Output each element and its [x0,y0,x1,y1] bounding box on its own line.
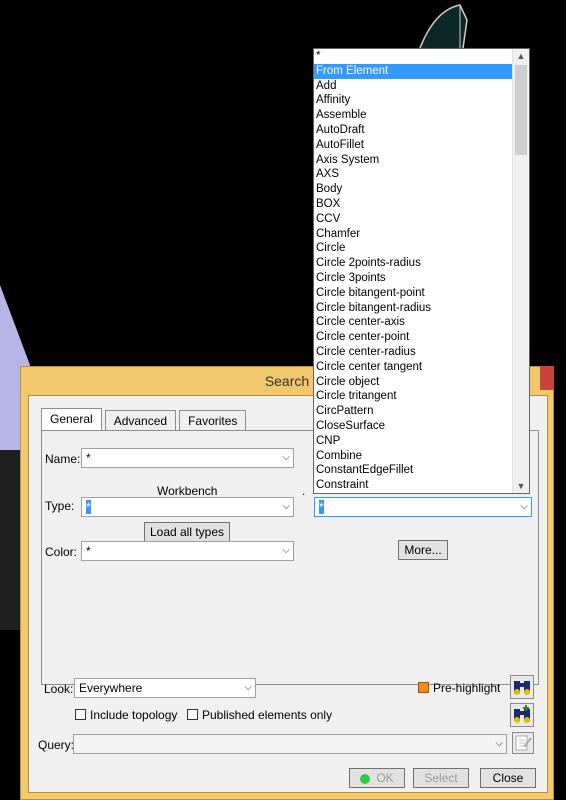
chevron-down-icon: ⌵ [282,452,290,463]
workbench-value: * [319,500,324,514]
include-topology-label: Include topology [90,708,178,722]
dropdown-item[interactable]: Axis System [314,153,513,168]
dropdown-item[interactable]: * [314,49,513,64]
look-value: Everywhere [79,681,143,695]
dropdown-item[interactable]: AutoFillet [314,138,513,153]
published-only-checkbox[interactable] [187,709,198,720]
query-combo[interactable]: ⌵ [73,734,507,754]
dropdown-item[interactable]: Chamfer [314,227,513,242]
dropdown-item[interactable]: CCV [314,212,513,227]
dropdown-items: * From Element Add Affinity Assemble AutoDraf… [314,49,513,493]
binoculars-icon[interactable] [510,675,534,699]
chevron-down-icon: ⌵ [520,501,528,512]
close-button[interactable]: Close [480,768,536,788]
dropdown-item[interactable]: CircPattern [314,404,513,419]
color-value: * [86,544,91,558]
published-only-label: Published elements only [202,708,333,722]
prehighlight-checkbox[interactable] [418,682,429,693]
name-label: Name: [45,452,81,466]
ok-button[interactable]: OK [349,768,405,788]
dropdown-item[interactable]: Circle [314,241,513,256]
dropdown-scrollbar[interactable]: ▲ ▼ [512,49,529,493]
chevron-down-icon: ⌵ [495,738,503,749]
dropdown-item[interactable]: Body [314,182,513,197]
dropdown-item[interactable]: CNP [314,434,513,449]
color-label: Color: [45,545,78,559]
ok-light-icon [360,773,371,784]
dropdown-item[interactable]: BOX [314,197,513,212]
dropdown-item[interactable]: Constraint [314,478,513,493]
tab-advanced[interactable]: Advanced [104,410,177,430]
include-topology-checkbox[interactable] [75,709,86,720]
type-dropdown-list[interactable]: * From Element Add Affinity Assemble AutoDraf… [313,48,530,494]
look-combo[interactable]: Everywhere ⌵ [74,678,256,698]
background-wireframe-shape [419,4,468,49]
chevron-down-icon: ⌵ [244,682,252,693]
separator-dot: . [302,484,306,498]
dropdown-item[interactable]: From Element [314,63,513,79]
dropdown-item[interactable]: Affinity [314,93,513,108]
select-button[interactable]: Select [413,768,469,788]
dropdown-item[interactable]: Circle object [314,375,513,390]
type-label: Type: [45,499,75,513]
tab-strip: General Advanced Favorites [41,408,249,432]
dropdown-item[interactable]: Circle 2points-radius [314,256,513,271]
dropdown-item[interactable]: Circle center-radius [314,345,513,360]
dropdown-item[interactable]: AXS [314,167,513,182]
dropdown-item[interactable]: Circle 3points [314,271,513,286]
dropdown-item[interactable]: Circle bitangent-point [314,286,513,301]
window-close-button[interactable] [540,366,554,390]
name-value: * [86,451,91,465]
dropdown-item[interactable]: Circle center tangent [314,360,513,375]
dropdown-item[interactable]: Assemble [314,108,513,123]
dropdown-item[interactable]: Circle bitangent-radius [314,301,513,316]
query-label: Query: [38,738,75,752]
dropdown-item[interactable]: ConstantEdgeFillet [314,463,513,478]
dropdown-item[interactable]: Combine [314,449,513,464]
workbench-combo[interactable]: * ⌵ [314,497,532,517]
dropdown-item[interactable]: Circle center-point [314,330,513,345]
tab-favorites[interactable]: Favorites [179,410,247,430]
load-all-types-button[interactable]: Load all types [144,522,230,542]
query-editor-icon[interactable] [512,732,534,754]
look-label: Look: [44,682,74,696]
more-button[interactable]: More... [398,540,448,560]
scrollbar-thumb[interactable] [515,65,527,155]
type-value: * [86,500,91,514]
dropdown-item[interactable]: Circle tritangent [314,389,513,404]
color-combo[interactable]: * ⌵ [81,541,294,561]
name-combo[interactable]: * ⌵ [81,448,294,468]
background-gray-surface [0,450,22,630]
dropdown-item[interactable]: Add [314,79,513,94]
chevron-down-icon: ⌵ [282,545,290,556]
dropdown-item[interactable]: Circle center-axis [314,315,513,330]
workbench-label: Workbench [157,484,218,498]
dropdown-item[interactable]: CloseSurface [314,419,513,434]
binoculars-add-icon[interactable] [510,703,534,727]
type-combo[interactable]: * ⌵ [81,497,294,517]
scroll-up-icon[interactable]: ▲ [513,49,529,63]
chevron-down-icon: ⌵ [282,501,290,512]
scroll-down-icon[interactable]: ▼ [513,479,529,493]
dropdown-item[interactable]: AutoDraft [314,123,513,138]
prehighlight-label: Pre-highlight [433,681,501,695]
ok-label: OK [376,771,394,785]
tab-general[interactable]: General [41,408,102,430]
